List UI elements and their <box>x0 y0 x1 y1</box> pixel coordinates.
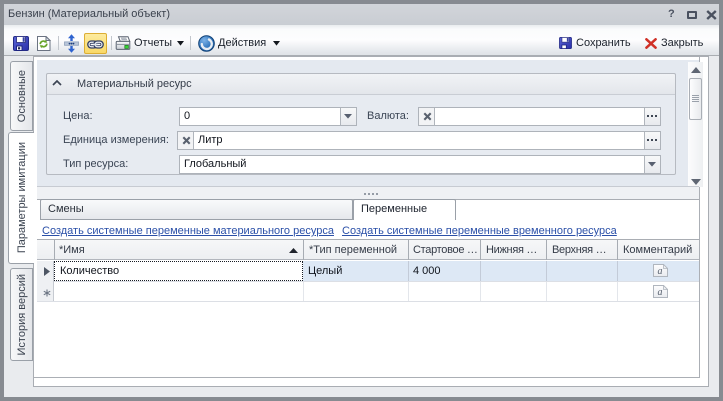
svg-text:a: a <box>658 266 663 277</box>
svg-text:a: a <box>658 287 663 298</box>
